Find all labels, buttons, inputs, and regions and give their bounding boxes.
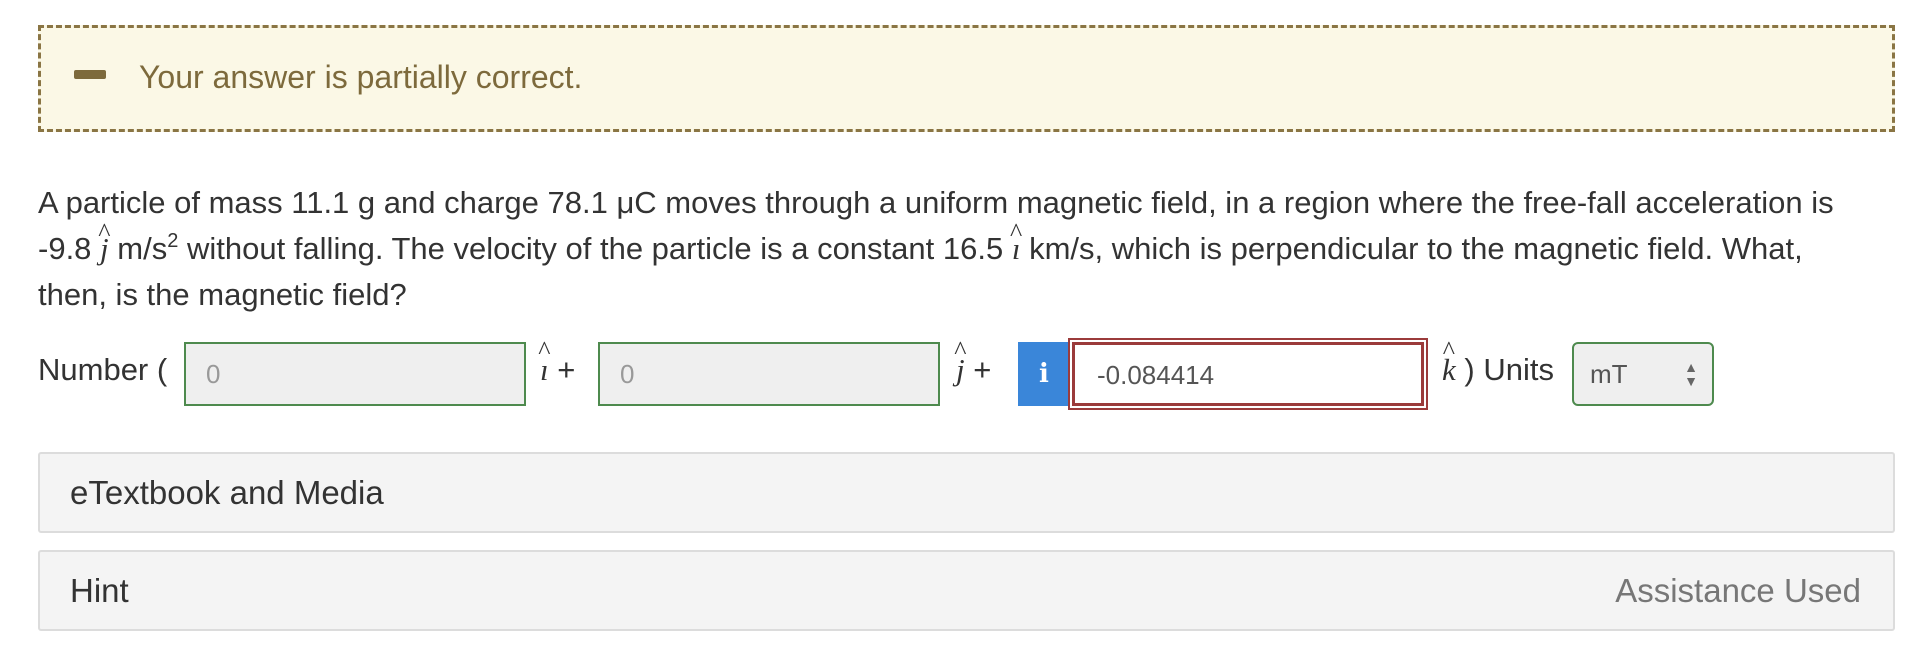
k-hat-label: ^ k ) Units [1442, 336, 1554, 387]
i-hat-label: ^ ı + [538, 336, 576, 387]
number-label: Number ( [38, 352, 168, 387]
feedback-message: Your answer is partially correct. [139, 59, 583, 95]
j-unit-vector: ^ j [98, 218, 111, 266]
i-unit-vector: ^ ı [1010, 218, 1023, 266]
question-text: A particle of mass 11.1 g and charge 78.… [38, 185, 1834, 312]
panel-title: Hint [70, 572, 129, 609]
j-component-input[interactable]: 0 [598, 342, 940, 406]
j-hat-label: ^ j + [954, 336, 992, 387]
answer-row: Number ( 0 ^ ı + 0 ^ j + i -0.084414 ^ k ) … [38, 336, 1738, 410]
i-component-input[interactable]: 0 [184, 342, 526, 406]
etextbook-media-panel[interactable]: eTextbook and Media [38, 452, 1895, 533]
info-icon[interactable]: i [1018, 342, 1070, 406]
hint-panel[interactable]: Hint Assistance Used [38, 550, 1895, 631]
assistance-used-label: Assistance Used [1615, 572, 1861, 609]
partial-minus-icon [74, 70, 106, 79]
units-select[interactable]: mT ▲ ▼ [1572, 342, 1714, 406]
select-arrows-icon: ▲ ▼ [1684, 359, 1698, 389]
panel-title: eTextbook and Media [70, 474, 384, 511]
feedback-banner: Your answer is partially correct. [38, 25, 1895, 132]
k-component-input[interactable]: -0.084414 [1072, 342, 1424, 406]
